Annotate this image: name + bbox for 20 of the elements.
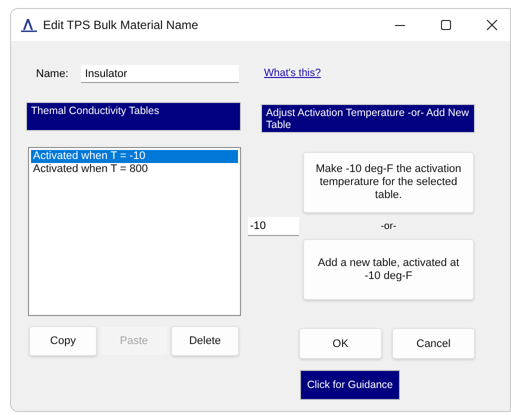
guidance-button[interactable]: Click for Guidance [300, 370, 400, 400]
name-label: Name: [36, 68, 70, 80]
section-header: Adjust Activation Temperature -or- Add New Table [261, 104, 475, 133]
set-activation-button[interactable]: Make -10 deg-F the activation temperature for the selected table. [303, 152, 474, 213]
list-item[interactable]: Activated when T = -10 [31, 150, 238, 163]
section-header: Themal Conductivity Tables [26, 102, 241, 131]
cancel-button[interactable]: Cancel [392, 328, 475, 359]
separator-text: -or- [380, 221, 396, 232]
delete-button[interactable]: Delete [171, 326, 239, 356]
copy-button[interactable]: Copy [29, 326, 97, 356]
help-link[interactable]: What's this? [264, 67, 321, 79]
list-item[interactable]: Activated when T = 800 [31, 163, 238, 176]
close-icon[interactable] [486, 19, 498, 31]
ok-button[interactable]: OK [299, 328, 382, 359]
maximize-icon[interactable] [440, 19, 452, 31]
temperature-field[interactable]: -10 [248, 217, 299, 236]
window-title: Edit TPS Bulk Material Name [43, 18, 198, 32]
app-icon [21, 18, 37, 32]
add-table-button[interactable]: Add a new table, activated at -10 deg-F [303, 239, 474, 300]
name-field[interactable]: Insulator [81, 65, 239, 83]
